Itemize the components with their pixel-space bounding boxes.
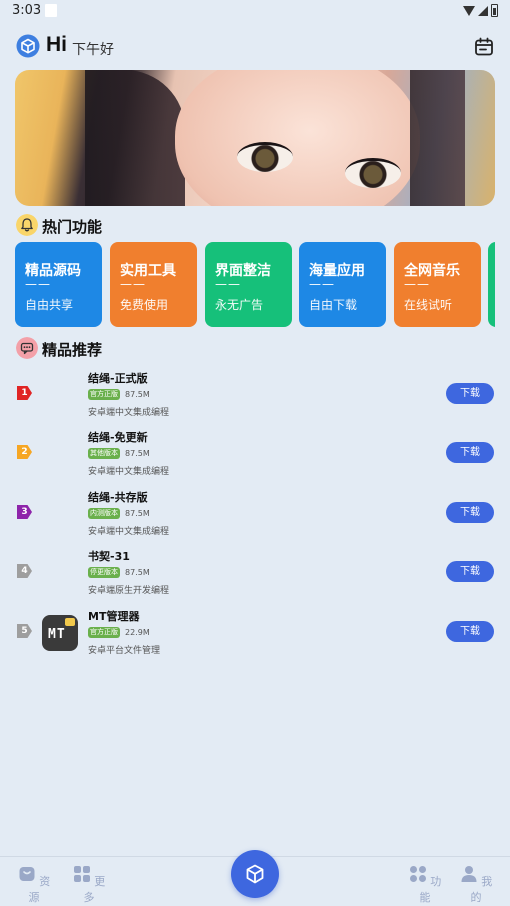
app-description: 安卓端中文集成编程 — [88, 408, 170, 418]
card-dash: —— — [25, 277, 51, 291]
hot-section-title: 热门功能 — [42, 218, 103, 236]
card-subtitle: 在线试听 — [404, 298, 453, 312]
wifi-icon — [463, 5, 475, 16]
rank-badge: 3 — [17, 505, 32, 519]
card-partial[interactable] — [488, 242, 495, 327]
card-clean-ui[interactable]: 界面整洁 —— 永无广告 — [205, 242, 292, 327]
nav-mine[interactable]: 我的 — [456, 865, 496, 905]
download-button[interactable]: 下载 — [446, 561, 494, 582]
notification-icon — [45, 4, 57, 17]
card-massive-apps[interactable]: 海量应用 —— 自由下载 — [299, 242, 386, 327]
card-dash: —— — [309, 277, 335, 291]
app-description: 安卓端原生开发编程 — [88, 586, 170, 596]
download-button[interactable]: 下载 — [446, 442, 494, 463]
app-name: 书契-31 — [88, 550, 130, 563]
banner-hair-left — [85, 70, 185, 206]
app-description: 安卓端中文集成编程 — [88, 527, 170, 537]
card-subtitle: 自由共享 — [25, 298, 74, 312]
center-cube-button[interactable] — [231, 850, 279, 898]
list-item[interactable]: 1 结绳-正式版 官方正版 87.5M 安卓端中文集成编程 下载 — [0, 366, 510, 422]
list-item[interactable]: 4 书契-31 停更版本 87.5M 安卓端原生开发编程 下载 — [0, 544, 510, 600]
hi-label: Hi — [46, 33, 67, 56]
status-icons — [463, 4, 498, 17]
version-tag: 内测版本 — [88, 508, 120, 519]
nav-more[interactable]: 更多 — [69, 865, 109, 905]
mt-manager-app-icon: MT — [42, 615, 78, 651]
bell-icon — [16, 214, 38, 236]
card-subtitle: 自由下载 — [309, 298, 358, 312]
grid-icon — [73, 866, 90, 882]
card-dash: —— — [404, 277, 430, 291]
calendar-icon[interactable] — [474, 37, 494, 57]
app-size: 87.5M — [125, 449, 150, 458]
app-name: 结绳-正式版 — [88, 372, 148, 385]
apps-icon — [409, 866, 426, 882]
version-tag: 官方正版 — [88, 627, 120, 638]
rank-badge: 2 — [17, 445, 32, 459]
app-description: 安卓端中文集成编程 — [88, 467, 170, 477]
version-tag: 官方正版 — [88, 389, 120, 400]
app-size: 87.5M — [125, 509, 150, 518]
card-dash: —— — [120, 277, 146, 291]
banner-image[interactable] — [15, 70, 495, 206]
card-subtitle: 免费使用 — [120, 298, 169, 312]
cube-logo-icon — [16, 34, 40, 58]
card-subtitle: 永无广告 — [215, 298, 264, 312]
user-icon — [461, 866, 477, 882]
rank-badge: 5 — [17, 624, 32, 638]
rank-badge: 4 — [17, 564, 32, 578]
rank-badge: 1 — [17, 386, 32, 400]
app-name: 结绳-免更新 — [88, 431, 148, 444]
nav-functions[interactable]: 功能 — [405, 865, 445, 905]
download-button[interactable]: 下载 — [446, 383, 494, 404]
banner-eye-right — [345, 158, 401, 188]
hot-cards-scroller[interactable]: 精品源码 —— 自由共享 实用工具 —— 免费使用 界面整洁 —— 永无广告 海… — [15, 242, 495, 327]
header: Hi 下午好 — [16, 33, 494, 61]
greeting-text: 下午好 — [72, 42, 114, 58]
status-bar: 3:03 — [0, 0, 510, 24]
card-useful-tools[interactable]: 实用工具 —— 免费使用 — [110, 242, 197, 327]
card-dash: —— — [215, 277, 241, 291]
recommend-section-title: 精品推荐 — [42, 341, 103, 359]
card-premium-source[interactable]: 精品源码 —— 自由共享 — [15, 242, 102, 327]
app-icon-text: MT — [48, 627, 66, 642]
folder-icon — [65, 618, 75, 626]
version-tag: 其他版本 — [88, 448, 120, 459]
cube-icon — [246, 864, 264, 884]
battery-icon — [491, 4, 498, 17]
nav-resources[interactable]: 资源 — [14, 865, 54, 905]
app-size: 22.9M — [125, 628, 150, 637]
app-description: 安卓平台文件管理 — [88, 646, 161, 656]
app-size: 87.5M — [125, 568, 150, 577]
signal-icon — [478, 5, 488, 16]
download-button[interactable]: 下载 — [446, 621, 494, 642]
version-tag: 停更版本 — [88, 567, 120, 578]
banner-eye-left — [237, 142, 293, 172]
chat-icon — [16, 337, 38, 359]
app-name: 结绳-共存版 — [88, 491, 148, 504]
list-item[interactable]: 3 结绳-共存版 内测版本 87.5M 安卓端中文集成编程 下载 — [0, 485, 510, 541]
status-time: 3:03 — [12, 3, 42, 18]
app-size: 87.5M — [125, 390, 150, 399]
list-item[interactable]: 5 MT MT管理器 官方正版 22.9M 安卓平台文件管理 下载 — [0, 604, 510, 660]
list-item[interactable]: 2 结绳-免更新 其他版本 87.5M 安卓端中文集成编程 下载 — [0, 425, 510, 481]
banner-hair-right — [410, 70, 465, 206]
download-button[interactable]: 下载 — [446, 502, 494, 523]
card-web-music[interactable]: 全网音乐 —— 在线试听 — [394, 242, 481, 327]
app-name: MT管理器 — [88, 610, 140, 623]
bag-icon — [19, 867, 35, 881]
